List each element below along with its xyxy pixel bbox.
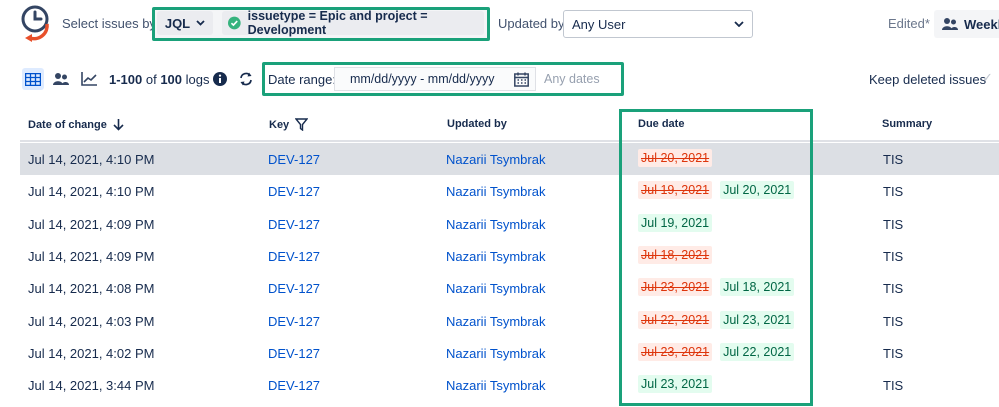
weekly-button[interactable]: Weekly [934, 10, 999, 38]
table-row[interactable]: Jul 14, 2021, 4:08 PM DEV-127 Nazarii Tsym… [20, 272, 999, 304]
summary-cell: TIS [883, 313, 904, 329]
people-icon [942, 18, 958, 30]
updated-by-select[interactable]: Any User [563, 10, 753, 38]
issue-key-link[interactable]: DEV-127 [268, 217, 320, 232]
issue-key-link[interactable]: DEV-127 [268, 314, 320, 329]
logs-total: 100 [160, 72, 183, 87]
date-of-change-cell: Jul 14, 2021, 4:08 PM [28, 281, 155, 297]
updated-by-link[interactable]: Nazarii Tsymbrak [446, 184, 545, 199]
date-of-change-cell: Jul 14, 2021, 3:44 PM [28, 378, 155, 394]
updated-by-link[interactable]: Nazarii Tsymbrak [446, 378, 545, 393]
jql-query-field[interactable]: issuetype = Epic and project = Developme… [222, 9, 484, 37]
table-icon [25, 72, 41, 86]
table-header: Date of change Key Updated by Due date S… [20, 108, 999, 142]
date-range-placeholder: mm/dd/yyyy - mm/dd/yyyy [350, 72, 495, 86]
updated-by-link[interactable]: Nazarii Tsymbrak [446, 281, 545, 296]
summary-cell: TIS [883, 345, 904, 361]
logs-suffix: logs [182, 72, 210, 87]
updated-by-link[interactable]: Nazarii Tsymbrak [446, 217, 545, 232]
keep-deleted-label: Keep deleted issues [869, 72, 987, 87]
issue-key-link[interactable]: DEV-127 [268, 281, 320, 296]
issue-key-link[interactable]: DEV-127 [268, 152, 320, 167]
table-row[interactable]: Jul 14, 2021, 4:10 PM DEV-127 Nazarii Tsym… [20, 143, 999, 175]
updated-by-value: Any User [572, 16, 626, 32]
filter-icon[interactable] [295, 118, 309, 131]
date-of-change-cell: Jul 14, 2021, 4:10 PM [28, 184, 155, 200]
issue-key-link[interactable]: DEV-127 [268, 249, 320, 264]
issue-key-link[interactable]: DEV-127 [268, 346, 320, 361]
summary-cell: TIS [883, 184, 904, 200]
date-of-change-cell: Jul 14, 2021, 4:10 PM [28, 152, 155, 167]
any-dates-select[interactable]: Any dates [544, 72, 600, 86]
updated-by-link[interactable]: Nazarii Tsymbrak [446, 314, 545, 329]
line-chart-icon [80, 72, 97, 86]
table-view-button[interactable] [22, 68, 44, 90]
col-date-of-change[interactable]: Date of change [28, 118, 124, 131]
arrow-down-icon [113, 119, 124, 131]
user-view-button[interactable] [50, 68, 72, 90]
date-of-change-cell: Jul 14, 2021, 4:03 PM [28, 313, 155, 329]
date-range-input[interactable]: mm/dd/yyyy - mm/dd/yyyy [334, 67, 536, 91]
table-row[interactable]: Jul 14, 2021, 4:03 PM DEV-127 Nazarii Tsym… [20, 305, 999, 337]
updated-by-link[interactable]: Nazarii Tsymbrak [446, 152, 545, 167]
updated-by-label: Updated by: [498, 16, 569, 31]
col-date-of-change-label: Date of change [28, 118, 107, 131]
select-issues-label: Select issues by: [62, 16, 160, 31]
date-of-change-cell: Jul 14, 2021, 4:02 PM [28, 345, 155, 361]
issue-key-link[interactable]: DEV-127 [268, 378, 320, 393]
table-row[interactable]: Jul 14, 2021, 4:02 PM DEV-127 Nazarii Tsym… [20, 337, 999, 369]
logs-count: 1-100 of 100 logs [109, 72, 210, 87]
people-icon [53, 73, 69, 85]
info-icon[interactable] [212, 71, 228, 87]
logs-range: 1-100 [109, 72, 143, 87]
issue-key-link[interactable]: DEV-127 [268, 184, 320, 199]
updated-by-link[interactable]: Nazarii Tsymbrak [446, 346, 545, 361]
calendar-icon[interactable] [514, 72, 529, 87]
summary-cell: TIS [883, 216, 904, 232]
col-key-label: Key [269, 118, 290, 131]
logs-of: of [142, 72, 161, 87]
refresh-icon[interactable] [238, 71, 254, 87]
date-of-change-cell: Jul 14, 2021, 4:09 PM [28, 216, 155, 232]
summary-cell: TIS [883, 152, 904, 167]
due-date-highlight-frame [619, 109, 813, 406]
chevron-down-icon [734, 21, 744, 27]
table-row[interactable]: Jul 14, 2021, 4:09 PM DEV-127 Nazarii Tsym… [20, 208, 999, 240]
summary-cell: TIS [883, 281, 904, 297]
col-summary-label: Summary [882, 118, 933, 130]
jql-mode-dropdown[interactable]: JQL [157, 11, 213, 35]
jql-query-text: issuetype = Epic and project = Developme… [247, 9, 428, 37]
chart-view-button[interactable] [78, 68, 100, 90]
jql-mode-label: JQL [164, 15, 191, 31]
check-circle-icon [228, 16, 241, 30]
col-key[interactable]: Key [269, 118, 309, 131]
col-updated-by-label: Updated by [447, 118, 507, 130]
col-summary[interactable]: Summary [882, 118, 932, 130]
keep-deleted-checkbox[interactable]: ✓ [982, 70, 993, 86]
col-updated-by[interactable]: Updated by [447, 118, 507, 130]
date-of-change-cell: Jul 14, 2021, 4:09 PM [28, 248, 155, 264]
edited-label: Edited* [888, 16, 930, 31]
date-range-label: Date range: [268, 72, 336, 87]
table-row[interactable]: Jul 14, 2021, 3:44 PM DEV-127 Nazarii Tsym… [20, 369, 999, 401]
table-row[interactable]: Jul 14, 2021, 4:09 PM DEV-127 Nazarii Tsym… [20, 240, 999, 272]
summary-cell: TIS [883, 378, 904, 394]
weekly-label: Weekly [964, 16, 999, 32]
table-row[interactable]: Jul 14, 2021, 4:10 PM DEV-127 Nazarii Tsym… [20, 175, 999, 207]
app-logo-icon [21, 5, 49, 42]
chevron-down-icon [196, 20, 205, 26]
updated-by-link[interactable]: Nazarii Tsymbrak [446, 249, 545, 264]
summary-cell: TIS [883, 248, 904, 264]
